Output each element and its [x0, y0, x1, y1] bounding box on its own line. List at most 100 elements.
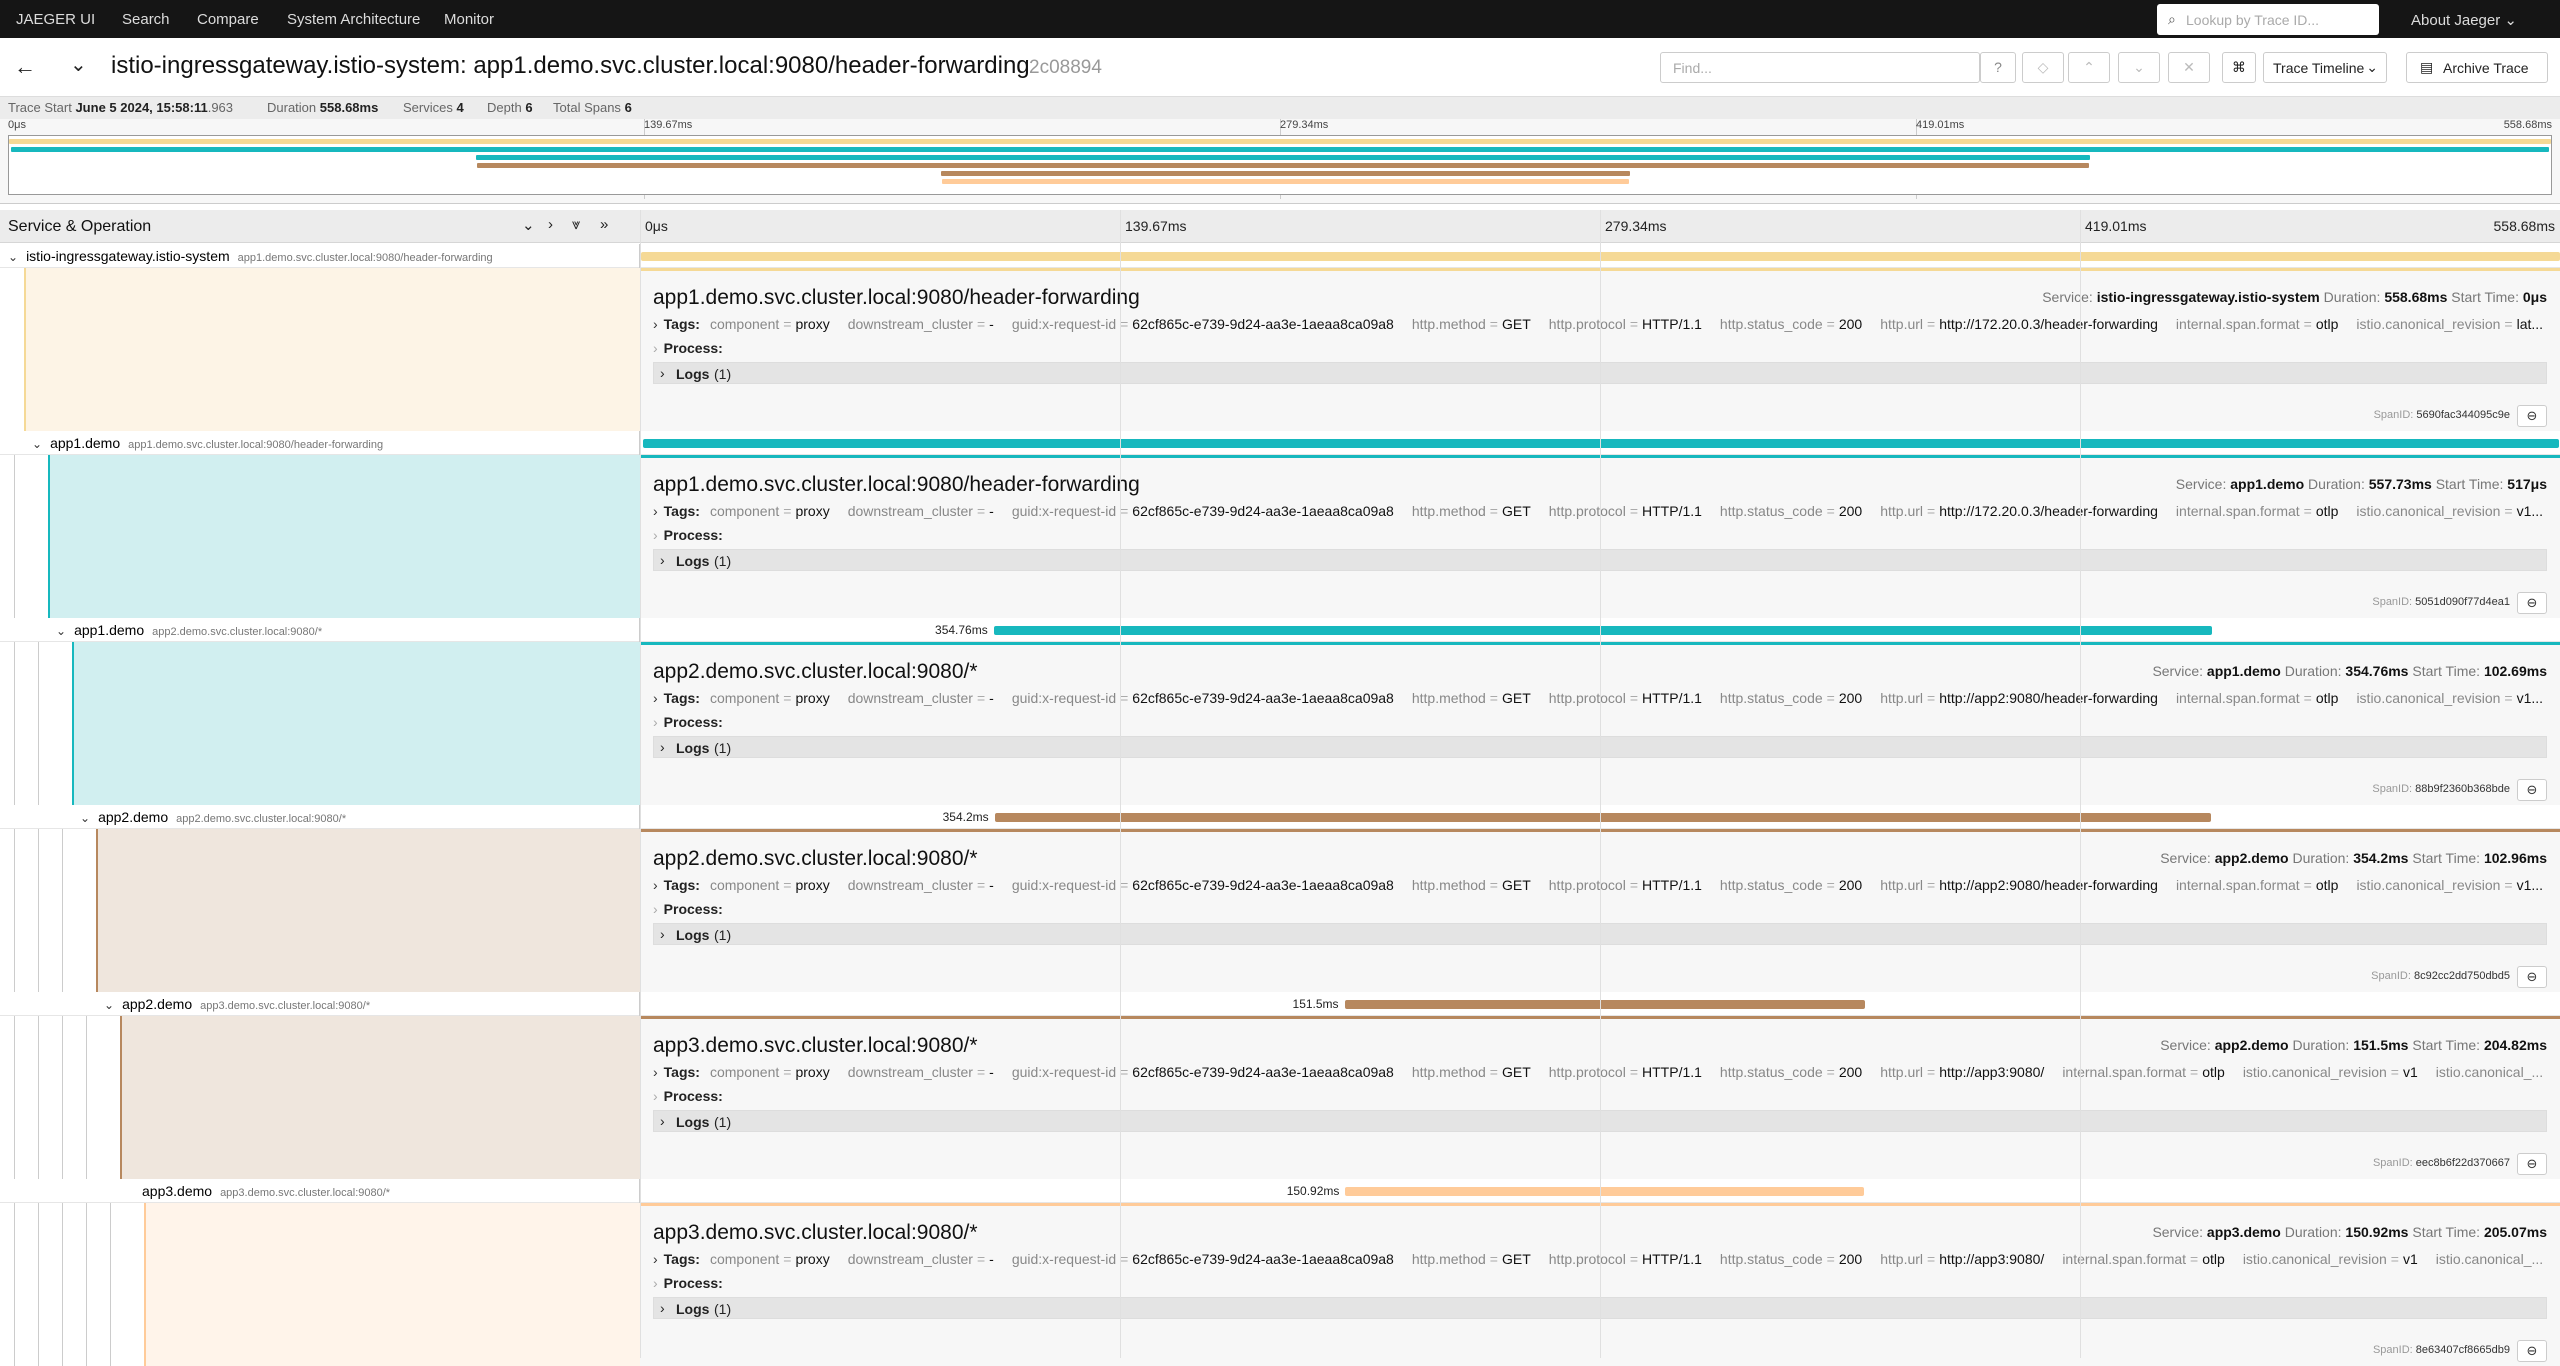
process-row[interactable]: › Process:	[653, 527, 723, 543]
link-icon[interactable]: ⊖	[2517, 1340, 2547, 1362]
detail-info: Service: app1.demo Duration: 557.73ms St…	[2176, 476, 2547, 492]
service-label: Service:	[2042, 289, 2093, 305]
process-row[interactable]: › Process:	[653, 901, 723, 917]
duration-value: 151.5ms	[2353, 1037, 2409, 1053]
locate-icon[interactable]: ◇	[2022, 52, 2064, 83]
minimap-span-bar	[940, 171, 1631, 176]
tag-eq: =	[1826, 690, 1835, 706]
process-row[interactable]: › Process:	[653, 340, 723, 356]
span-bar[interactable]	[994, 813, 2212, 822]
link-icon[interactable]: ⊖	[2517, 592, 2547, 614]
back-arrow-icon[interactable]: ←	[14, 54, 36, 80]
process-row[interactable]: › Process:	[653, 1275, 723, 1291]
span-bar[interactable]	[1345, 1187, 1864, 1196]
tag-key: http.method	[1411, 503, 1486, 519]
tag-value: proxy	[795, 1251, 830, 1267]
span-name[interactable]: ⌄ app1.demo app2.demo.svc.cluster.local:90…	[56, 622, 322, 638]
span-bar[interactable]	[993, 626, 2213, 635]
service-value: app1.demo	[2206, 663, 2281, 679]
nav-search[interactable]: Search	[122, 11, 170, 28]
about-jaeger-menu[interactable]: About Jaeger ⌄	[2411, 11, 2517, 29]
service-label: Service:	[2152, 1224, 2204, 1240]
tag-key: downstream_cluster	[847, 877, 973, 893]
span-name[interactable]: ⌄ app1.demo app1.demo.svc.cluster.local:90…	[32, 435, 383, 451]
expand-all-icon[interactable]: »	[600, 216, 608, 233]
view-select[interactable]: Trace Timeline ⌄	[2263, 52, 2387, 83]
span-row[interactable]: ⌄ app2.demo app3.demo.svc.cluster.local:90…	[0, 992, 2560, 1179]
span-id-label: SpanID:	[2372, 596, 2413, 608]
tag-key: internal.span.format	[2175, 503, 2300, 519]
tags-row[interactable]: › Tags: component = proxy downstream_cluster =…	[653, 877, 2543, 893]
span-name[interactable]: ⌄ app2.demo app2.demo.svc.cluster.local:90…	[80, 809, 346, 825]
trace-minimap[interactable]: 0μs 139.67ms 279.34ms 419.01ms 558.68ms	[0, 119, 2560, 204]
collapse-all-icon[interactable]: ⩔	[572, 216, 580, 233]
keyboard-shortcuts-icon[interactable]: ⌘	[2222, 52, 2256, 83]
tags-row[interactable]: › Tags: component = proxy downstream_cluster =…	[653, 690, 2543, 706]
chevron-down-icon[interactable]: ⌄	[56, 624, 66, 638]
timeline-grid-line	[640, 210, 641, 1358]
span-row[interactable]: app3.demo app3.demo.svc.cluster.local:908…	[0, 1179, 2560, 1366]
span-bar[interactable]	[1344, 1000, 1865, 1009]
minimap-tick-label: 279.34ms	[1280, 119, 1329, 131]
chevron-down-icon[interactable]: ⌄	[80, 811, 90, 825]
chevron-down-icon[interactable]: ⌄	[8, 250, 18, 264]
nav-compare[interactable]: Compare	[197, 11, 259, 28]
chevron-right-icon: ›	[653, 690, 658, 706]
tags-row[interactable]: › Tags: component = proxy downstream_cluster =…	[653, 1064, 2543, 1080]
detail-indent-area	[26, 268, 640, 431]
link-icon[interactable]: ⊖	[2517, 966, 2547, 988]
span-name[interactable]: ⌄ istio-ingressgateway.istio-system app1.d…	[8, 248, 493, 264]
nav-system-architecture[interactable]: System Architecture	[287, 11, 420, 28]
tag-eq: =	[2390, 1064, 2399, 1080]
tag-eq: =	[1826, 877, 1835, 893]
expand-one-icon[interactable]: ›	[548, 216, 553, 233]
span-row[interactable]: ⌄ app1.demo app1.demo.svc.cluster.local:90…	[0, 431, 2560, 618]
archive-trace-button[interactable]: ▤ Archive Trace	[2406, 52, 2548, 83]
span-id: SpanID: eec8b6f22d370667	[2373, 1157, 2510, 1169]
tag-value: HTTP/1.1	[1642, 1064, 1702, 1080]
clear-search-icon[interactable]: ✕	[2168, 52, 2210, 83]
find-input[interactable]: Find...	[1660, 52, 1980, 83]
logs-count: (1)	[714, 740, 732, 756]
span-row[interactable]: ⌄ istio-ingressgateway.istio-system app1.d…	[0, 244, 2560, 431]
tag-eq: =	[1826, 1251, 1835, 1267]
process-row[interactable]: › Process:	[653, 714, 723, 730]
tag-value: http://app2:9080/header-forwarding	[1939, 690, 2158, 706]
timeline-tick-label: 419.01ms	[2085, 218, 2147, 234]
trace-title-bar: ← ⌄ istio-ingressgateway.istio-system: a…	[0, 38, 2560, 97]
tag-value: v1...	[2516, 503, 2543, 519]
link-icon[interactable]: ⊖	[2517, 779, 2547, 801]
nav-monitor[interactable]: Monitor	[444, 11, 494, 28]
brand-link[interactable]: JAEGER UI	[16, 11, 95, 28]
chevron-down-icon[interactable]: ⌄	[32, 437, 42, 451]
help-icon[interactable]: ?	[1980, 52, 2016, 83]
process-label: Process:	[663, 901, 723, 917]
span-row[interactable]: ⌄ app2.demo app2.demo.svc.cluster.local:90…	[0, 805, 2560, 992]
logs-count: (1)	[714, 1301, 732, 1317]
span-name[interactable]: ⌄ app2.demo app3.demo.svc.cluster.local:90…	[104, 996, 370, 1012]
duration-value: 558.68ms	[2384, 289, 2448, 305]
duration-label: Duration:	[2292, 850, 2350, 866]
service-value: app2.demo	[2214, 850, 2289, 866]
process-row[interactable]: › Process:	[653, 1088, 723, 1104]
prev-result-icon[interactable]: ⌃	[2068, 52, 2110, 83]
span-id: SpanID: 5051d090f77d4ea1	[2372, 596, 2510, 608]
span-row[interactable]: ⌄ app1.demo app2.demo.svc.cluster.local:90…	[0, 618, 2560, 805]
collapse-one-icon[interactable]: ⌄	[522, 216, 535, 234]
service-operation-header: Service & Operation	[8, 218, 152, 235]
tags-label: Tags:	[663, 1064, 700, 1080]
tag-value: proxy	[795, 877, 830, 893]
link-icon[interactable]: ⊖	[2517, 405, 2547, 427]
chevron-down-icon[interactable]: ⌄	[104, 998, 114, 1012]
span-name[interactable]: app3.demo app3.demo.svc.cluster.local:908…	[128, 1183, 390, 1199]
tags-row[interactable]: › Tags: component = proxy downstream_cluster =…	[653, 316, 2543, 332]
chevron-right-icon: ›	[653, 714, 658, 730]
collapse-chevron-icon[interactable]: ⌄	[70, 52, 87, 77]
tag-key: http.status_code	[1719, 316, 1823, 332]
tags-row[interactable]: › Tags: component = proxy downstream_cluster =…	[653, 1251, 2543, 1267]
tags-row[interactable]: › Tags: component = proxy downstream_cluster =…	[653, 503, 2543, 519]
start-time-value: 205.07ms	[2483, 1224, 2547, 1240]
next-result-icon[interactable]: ⌄	[2118, 52, 2160, 83]
link-icon[interactable]: ⊖	[2517, 1153, 2547, 1175]
trace-id-lookup-input[interactable]: ⌕ Lookup by Trace ID...	[2157, 4, 2379, 35]
